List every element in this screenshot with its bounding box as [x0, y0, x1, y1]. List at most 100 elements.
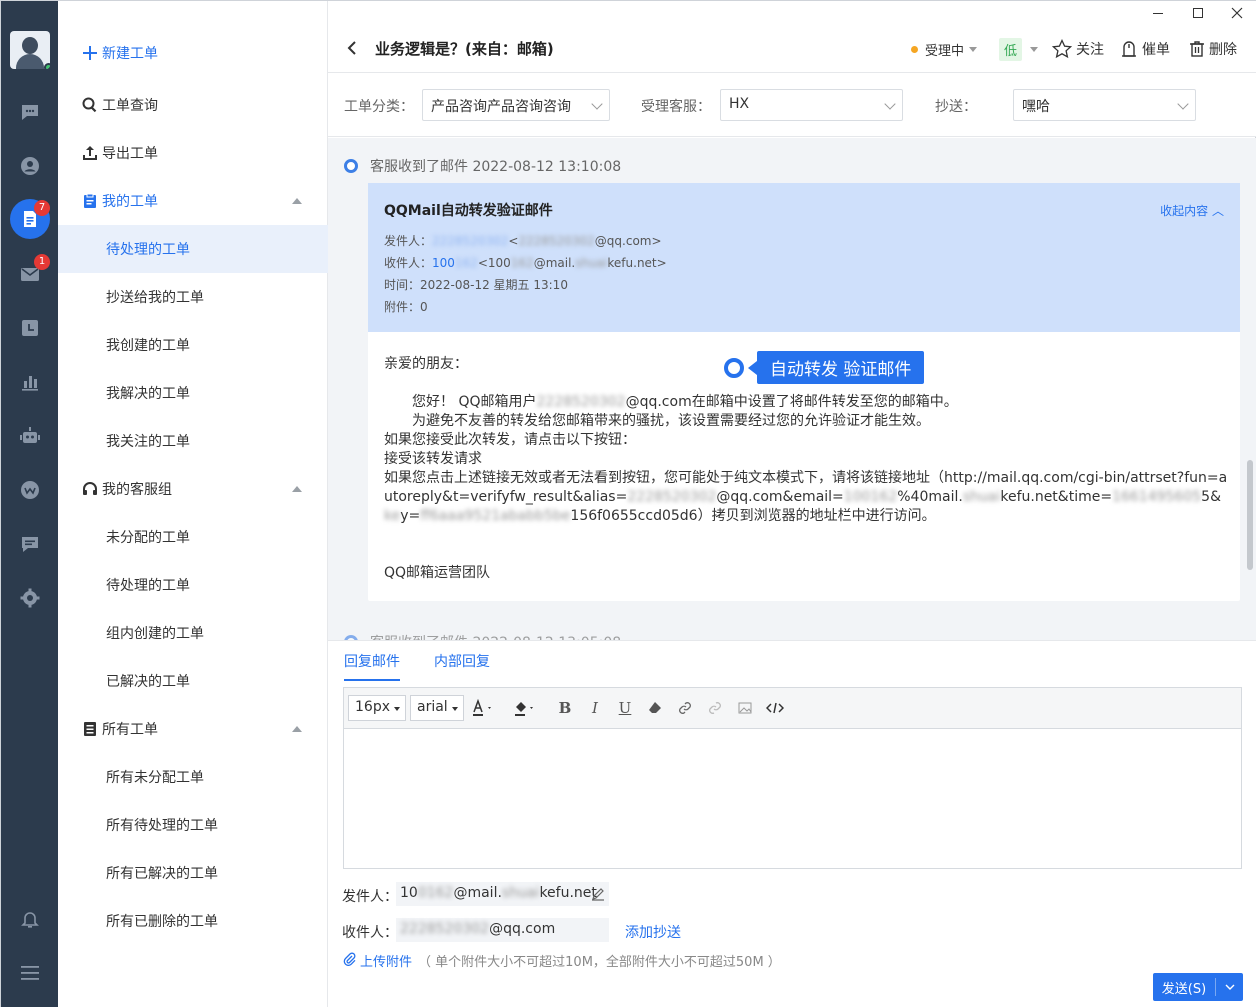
- mail-line: 如果您接受此次转发，请点击以下按钮：: [384, 432, 636, 448]
- urge-button[interactable]: 催单: [1120, 37, 1170, 61]
- fill-color-icon[interactable]: [510, 698, 540, 718]
- history-icon[interactable]: [19, 317, 41, 339]
- link-icon[interactable]: [675, 698, 695, 718]
- nav-group-created[interactable]: 组内创建的工单: [58, 609, 328, 657]
- menu-icon[interactable]: [19, 962, 41, 984]
- cc-value: 嘿哈: [1022, 99, 1050, 115]
- nav-item-label: 未分配的工单: [106, 530, 190, 546]
- ticket-header: 业务逻辑是？(来自：邮箱) 受理中 低 关注 催单 删除: [328, 25, 1256, 73]
- nav-group-my-tickets[interactable]: 我的工单: [58, 177, 328, 225]
- nav-all-pending[interactable]: 所有待处理的工单: [58, 801, 328, 849]
- agent-select[interactable]: HX: [720, 89, 903, 121]
- send-button[interactable]: 发送(S): [1153, 973, 1243, 1001]
- nav-my-pending[interactable]: 待处理的工单: [58, 225, 328, 273]
- sender-text: @mail.: [453, 885, 502, 901]
- font-family-select[interactable]: arial: [410, 695, 464, 721]
- mail-to: 收件人：100162<100162@mail.shuaikefu.net>: [384, 256, 667, 270]
- tab-reply-mail[interactable]: 回复邮件: [344, 651, 400, 681]
- mail-signature: QQ邮箱运营团队: [384, 565, 491, 581]
- nav-item-label: 我关注的工单: [106, 434, 190, 450]
- nav-all-solved[interactable]: 所有已解决的工单: [58, 849, 328, 897]
- font-color-icon[interactable]: [468, 698, 498, 718]
- robot-icon[interactable]: [19, 425, 41, 447]
- back-arrow-icon[interactable]: [344, 39, 362, 57]
- reply-editor: 16px arial B I U: [343, 687, 1242, 869]
- mail-text-blur: ff6aaa9521ababb5be: [420, 508, 571, 524]
- unlink-icon[interactable]: [705, 698, 725, 718]
- new-ticket-button[interactable]: 新建工单: [58, 29, 328, 77]
- nav-export[interactable]: 导出工单: [58, 129, 328, 177]
- to-domain-end: kefu.net>: [607, 256, 667, 270]
- nav-ticket-query[interactable]: 工单查询: [58, 81, 328, 129]
- category-select[interactable]: 产品咨询产品咨询咨询: [422, 89, 610, 121]
- minimize-icon[interactable]: [1144, 1, 1172, 25]
- collapse-label: 收起内容: [1160, 204, 1209, 218]
- mail-text: 156f0655ccd05d6）拷贝到浏览器的地址栏中进行访问。: [570, 508, 936, 524]
- font-size-select[interactable]: 16px: [348, 695, 406, 721]
- nav-my-cc[interactable]: 抄送给我的工单: [58, 273, 328, 321]
- nav-my-followed[interactable]: 我关注的工单: [58, 417, 328, 465]
- edit-pencil-icon[interactable]: [591, 887, 605, 905]
- status-dropdown[interactable]: 受理中: [911, 37, 978, 61]
- nav-group-unassigned[interactable]: 未分配的工单: [58, 513, 328, 561]
- paperclip-icon: [343, 952, 357, 970]
- add-cc-link[interactable]: 添加抄送: [625, 922, 681, 942]
- bell-icon[interactable]: [19, 908, 41, 930]
- image-icon[interactable]: [735, 698, 755, 718]
- wechat-icon[interactable]: [19, 479, 41, 501]
- nav-item-label: 待处理的工单: [106, 578, 190, 594]
- all-tickets-label: 所有工单: [102, 722, 158, 738]
- maximize-icon[interactable]: [1184, 1, 1212, 25]
- collapse-caret-icon[interactable]: [292, 726, 302, 732]
- collapse-caret-icon[interactable]: [292, 486, 302, 492]
- title-bar: [328, 1, 1256, 25]
- sender-field[interactable]: 100162@mail.shuaikefu.net: [396, 882, 609, 906]
- chat-icon[interactable]: [19, 101, 41, 123]
- mail-text: y=: [400, 508, 421, 524]
- my-group-label: 我的客服组: [102, 482, 172, 498]
- nav-item-label: 组内创建的工单: [106, 626, 204, 642]
- sender-text-blur: shuai: [501, 885, 540, 901]
- nav-item-label: 我解决的工单: [106, 386, 190, 402]
- status-dot: [911, 45, 918, 53]
- underline-icon[interactable]: U: [615, 698, 635, 718]
- tab-internal-reply[interactable]: 内部回复: [434, 651, 490, 671]
- collapse-content-link[interactable]: 收起内容 ︿: [1160, 202, 1224, 219]
- nav-my-created[interactable]: 我创建的工单: [58, 321, 328, 369]
- accept-forward-link[interactable]: 接受该转发请求: [384, 450, 1229, 469]
- message-icon[interactable]: [19, 533, 41, 555]
- nav-all-unassigned[interactable]: 所有未分配工单: [58, 753, 328, 801]
- contact-icon[interactable]: [19, 155, 41, 177]
- recipient-field[interactable]: 2228520302@qq.com: [396, 918, 609, 942]
- nav-group-my-team[interactable]: 我的客服组: [58, 465, 328, 513]
- settings-icon[interactable]: [19, 587, 41, 609]
- eraser-icon[interactable]: [645, 698, 665, 718]
- nav-group-pending[interactable]: 待处理的工单: [58, 561, 328, 609]
- code-icon[interactable]: [765, 698, 785, 718]
- nav-group-all-tickets[interactable]: 所有工单: [58, 705, 328, 753]
- timeline-scrollbar[interactable]: [1247, 460, 1253, 570]
- icon-rail: 7 1: [1, 1, 58, 1007]
- mail-attachments: 附件：0: [384, 300, 428, 314]
- nav-my-solved[interactable]: 我解决的工单: [58, 369, 328, 417]
- collapse-caret-icon[interactable]: [292, 198, 302, 204]
- avatar[interactable]: [10, 31, 50, 69]
- editor-content-area[interactable]: [344, 729, 1241, 868]
- delete-button[interactable]: 删除: [1189, 37, 1237, 61]
- cc-select[interactable]: 嘿哈: [1013, 89, 1196, 121]
- stats-icon[interactable]: [19, 371, 41, 393]
- from-domain: @qq.com>: [594, 234, 662, 248]
- send-options-chevron-icon[interactable]: [1216, 984, 1243, 990]
- nav-group-solved[interactable]: 已解决的工单: [58, 657, 328, 705]
- timeline-event-next: 客服收到了邮件 2022-08-12 13:05:08: [344, 632, 621, 640]
- priority-dropdown[interactable]: 低: [999, 37, 1039, 61]
- bold-icon[interactable]: B: [555, 698, 575, 718]
- nav-all-deleted[interactable]: 所有已删除的工单: [58, 897, 328, 945]
- font-family-value: arial: [417, 699, 448, 715]
- close-icon[interactable]: [1223, 1, 1251, 25]
- conversation-timeline: 客服收到了邮件 2022-08-12 13:10:08 QQMail自动转发验证…: [328, 138, 1256, 640]
- italic-icon[interactable]: I: [585, 698, 605, 718]
- follow-button[interactable]: 关注: [1052, 37, 1104, 61]
- upload-attachment-link[interactable]: 上传附件: [360, 951, 412, 970]
- upload-hint: （ 单个附件大小不可超过10M，全部附件大小不可超过50M ）: [418, 955, 781, 970]
